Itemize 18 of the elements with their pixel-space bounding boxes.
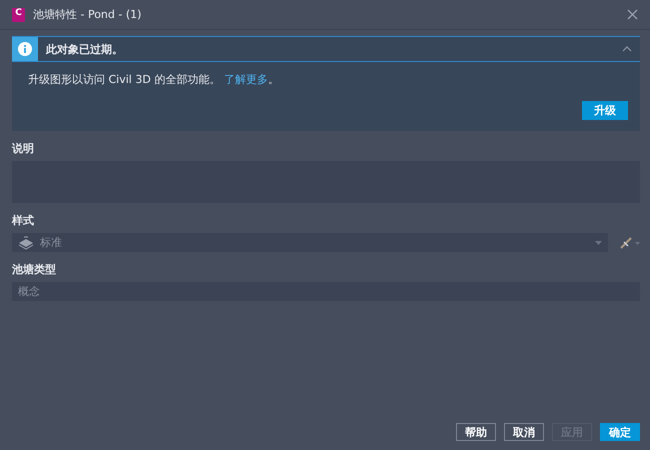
field-label: 池塘类型 — [12, 262, 57, 277]
window-title: 池塘特性 - Pond - (1) — [33, 7, 142, 22]
notice-message: 升级图形以访问 Civil 3D 的全部功能。 了解更多。 — [28, 72, 280, 87]
dialog-button[interactable]: 确定 — [600, 423, 640, 441]
dialog-button[interactable]: 帮助 — [456, 423, 496, 441]
info-icon — [12, 37, 38, 61]
app-logo: C — [12, 8, 25, 22]
upgrade-button[interactable]: 升级 — [582, 101, 628, 120]
layers-icon — [18, 236, 34, 250]
close-icon[interactable] — [627, 9, 638, 20]
field-label: 样式 — [12, 213, 35, 228]
caret-icon — [595, 240, 602, 244]
learn-more-link[interactable]: 了解更多 — [224, 73, 268, 86]
dialog-button[interactable]: 取消 — [504, 423, 544, 441]
notice-title: 此对象已过期。 — [44, 42, 124, 56]
field-label: 说明 — [12, 141, 35, 156]
edit-style-icon[interactable] — [620, 236, 640, 248]
collapse-icon[interactable] — [622, 46, 632, 52]
